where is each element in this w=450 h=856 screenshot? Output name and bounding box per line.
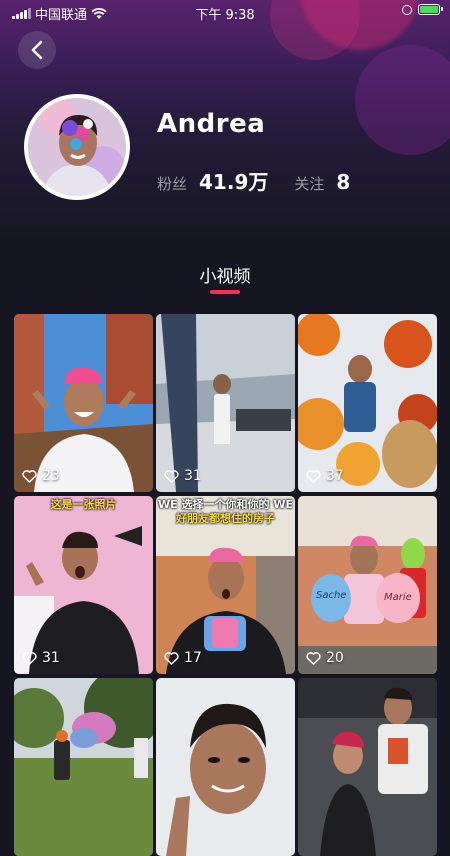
video-thumbnail[interactable]: Sache Marie 20 [298, 496, 437, 674]
back-button[interactable] [18, 31, 56, 69]
heart-icon [306, 469, 321, 483]
video-caption: 好朋友都想住的房子 [176, 512, 275, 525]
like-count: 31 [164, 468, 202, 484]
video-thumbnail[interactable]: 31 [156, 314, 295, 492]
profile-name: Andrea [157, 109, 266, 139]
video-thumbnail[interactable]: 这是一张照片 31 [14, 496, 153, 674]
balloon-label-left: Sache [316, 590, 347, 601]
avatar[interactable] [24, 94, 130, 200]
following-count[interactable]: 8 [336, 170, 350, 194]
like-count: 31 [22, 650, 60, 666]
tab-active-indicator [210, 290, 240, 294]
orientation-lock-icon [402, 4, 412, 15]
like-count: 17 [164, 650, 202, 666]
video-thumbnail[interactable] [14, 678, 153, 856]
followers-count[interactable]: 41.9万 [199, 166, 268, 195]
balloon-label-right: Marie [384, 592, 412, 603]
like-count: 37 [306, 468, 344, 484]
heart-icon [22, 469, 37, 483]
video-thumbnail[interactable] [298, 678, 437, 856]
video-thumbnail[interactable]: WE 选择一个你和你的 WE 好朋友都想住的房子 17 [156, 496, 295, 674]
back-icon [31, 40, 43, 60]
video-thumbnail[interactable]: 37 [298, 314, 437, 492]
profile-stats: 粉丝 41.9万 关注 8 [157, 166, 350, 195]
following-label: 关注 [294, 175, 325, 193]
like-count: 20 [306, 650, 344, 666]
heart-icon [164, 651, 179, 665]
battery-icon [418, 4, 443, 15]
video-caption: WE 选择一个你和你的 WE [158, 498, 293, 511]
video-grid: 23 31 37 这是一张照片 31 WE 选择一个你和你的 WE 好朋友都想住… [14, 314, 437, 856]
tab-short-videos[interactable]: 小视频 [0, 262, 450, 287]
status-time: 下午 9:38 [195, 8, 255, 23]
heart-icon [306, 651, 321, 665]
followers-label: 粉丝 [157, 175, 188, 193]
video-caption: 这是一张照片 [50, 498, 117, 511]
like-count: 23 [22, 468, 60, 484]
status-bar: 中国联通 下午 9:38 [0, 0, 450, 24]
heart-icon [22, 651, 37, 665]
video-thumbnail[interactable]: 23 [14, 314, 153, 492]
heart-icon [164, 469, 179, 483]
video-thumbnail[interactable] [156, 678, 295, 856]
